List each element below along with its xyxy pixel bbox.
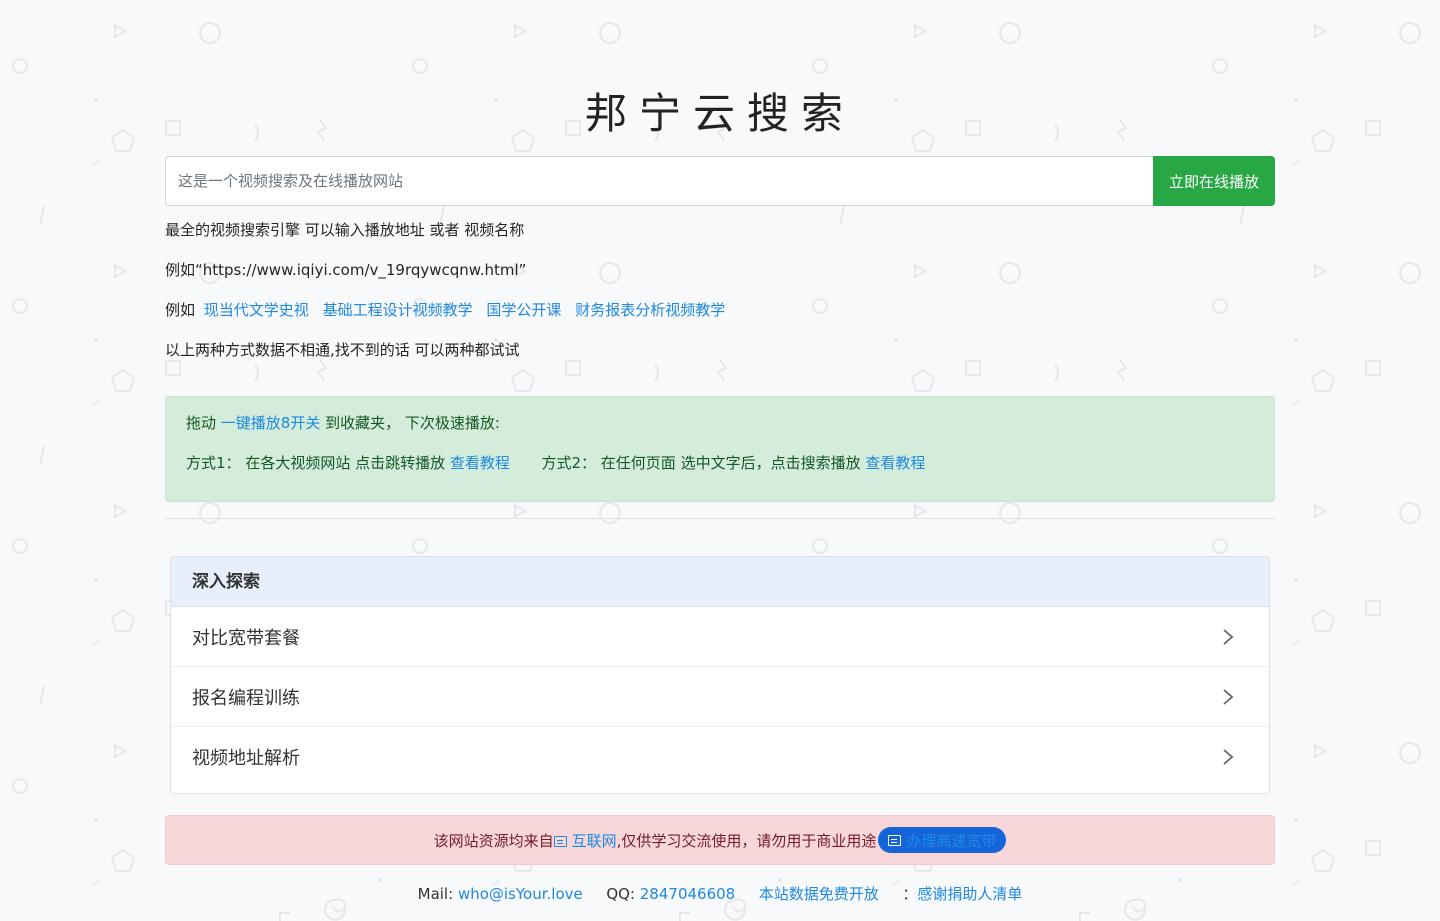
document-icon [888, 834, 902, 846]
document-icon [553, 835, 567, 847]
play-now-button[interactable]: 立即在线播放 [1153, 156, 1275, 206]
method2-text: 在任何页面 选中文字后，点击搜索播放 [600, 454, 861, 472]
chevron-right-icon [1218, 747, 1238, 767]
explore-item-programming[interactable]: 报名编程训练 [171, 667, 1269, 727]
method1-label: 方式1： [186, 454, 241, 472]
divider [165, 518, 1275, 519]
tip-methods-line: 方式1： 在各大视频网站 点击跳转播放 查看教程 方式2： 在任何页面 选中文字… [186, 451, 1254, 475]
open-data-link[interactable]: 本站数据免费开放 [759, 885, 879, 903]
bookmarklet-tip: 拖动 一键播放8开关 到收藏夹， 下次极速播放: 方式1： 在各大视频网站 点击… [165, 396, 1275, 502]
method2-tutorial-link[interactable]: 查看教程 [865, 454, 925, 472]
chevron-right-icon [1218, 627, 1238, 647]
explore-item-label: 对比宽带套餐 [192, 627, 300, 649]
footer: Mail: who@isYour.love QQ: 2847046608 本站数… [165, 883, 1275, 904]
method2-label: 方式2： [541, 454, 597, 472]
hint-examples-prefix: 例如 [165, 301, 196, 319]
broadband-pill-button[interactable]: 办理高速宽带 [878, 827, 1007, 853]
notice-prefix: 该网站资源均来自 [433, 831, 554, 850]
site-title: 邦宁云搜索 [584, 89, 855, 138]
qq-label: QQ: [606, 885, 635, 903]
method1-tutorial-link[interactable]: 查看教程 [450, 454, 510, 472]
internet-link[interactable]: 互联网 [553, 830, 617, 851]
notice-middle: ,仅供学习交流使用，请勿用于商业用途 [616, 831, 877, 850]
explore-item-label: 报名编程训练 [192, 687, 300, 709]
hint-line-4: 以上两种方式数据不相通,找不到的话 可以两种都试试 [165, 341, 520, 359]
qq-link[interactable]: 2847046608 [640, 885, 735, 903]
bookmarklet-link[interactable]: 一键播放8开关 [221, 414, 321, 432]
tip-drag-line: 拖动 一键播放8开关 到收藏夹， 下次极速播放: [186, 414, 500, 432]
hint-line-1: 最全的视频搜索引擎 可以输入播放地址 或者 视频名称 [165, 221, 525, 239]
hint-line-3: 例如 现当代文学史视 基础工程设计视频教学 国学公开课 财务报表分析视频教学 [165, 299, 734, 320]
chevron-right-icon [1218, 687, 1238, 707]
search-bar: 立即在线播放 [165, 156, 1275, 206]
explore-item-label: 视频地址解析 [192, 748, 300, 769]
mail-label: Mail: [417, 885, 454, 903]
thanks-prefix: ： [902, 885, 918, 903]
example-link[interactable]: 国学公开课 [486, 301, 561, 319]
search-input[interactable] [165, 156, 1153, 206]
explore-item-broadband[interactable]: 对比宽带套餐 [171, 607, 1269, 667]
example-link[interactable]: 现当代文学史视 [204, 301, 309, 319]
hint-line-2: 例如“https://www.iqiyi.com/v_19rqywcqnw.ht… [165, 261, 527, 279]
donors-link[interactable]: 感谢捐助人清单 [917, 885, 1022, 903]
example-link[interactable]: 基础工程设计视频教学 [323, 301, 473, 319]
disclaimer-notice: 该网站资源均来自 互联网 ,仅供学习交流使用，请勿用于商业用途 办理高速宽带 [165, 815, 1275, 865]
explore-item-video-parse[interactable]: 视频地址解析 [171, 727, 1269, 787]
method1-text: 在各大视频网站 点击跳转播放 [245, 454, 446, 472]
mail-link[interactable]: who@isYour.love [458, 885, 583, 903]
explore-card: 深入探索 对比宽带套餐 报名编程训练 视频地址解析 [170, 556, 1270, 794]
explore-card-header: 深入探索 [171, 557, 1269, 607]
example-link[interactable]: 财务报表分析视频教学 [575, 301, 725, 319]
